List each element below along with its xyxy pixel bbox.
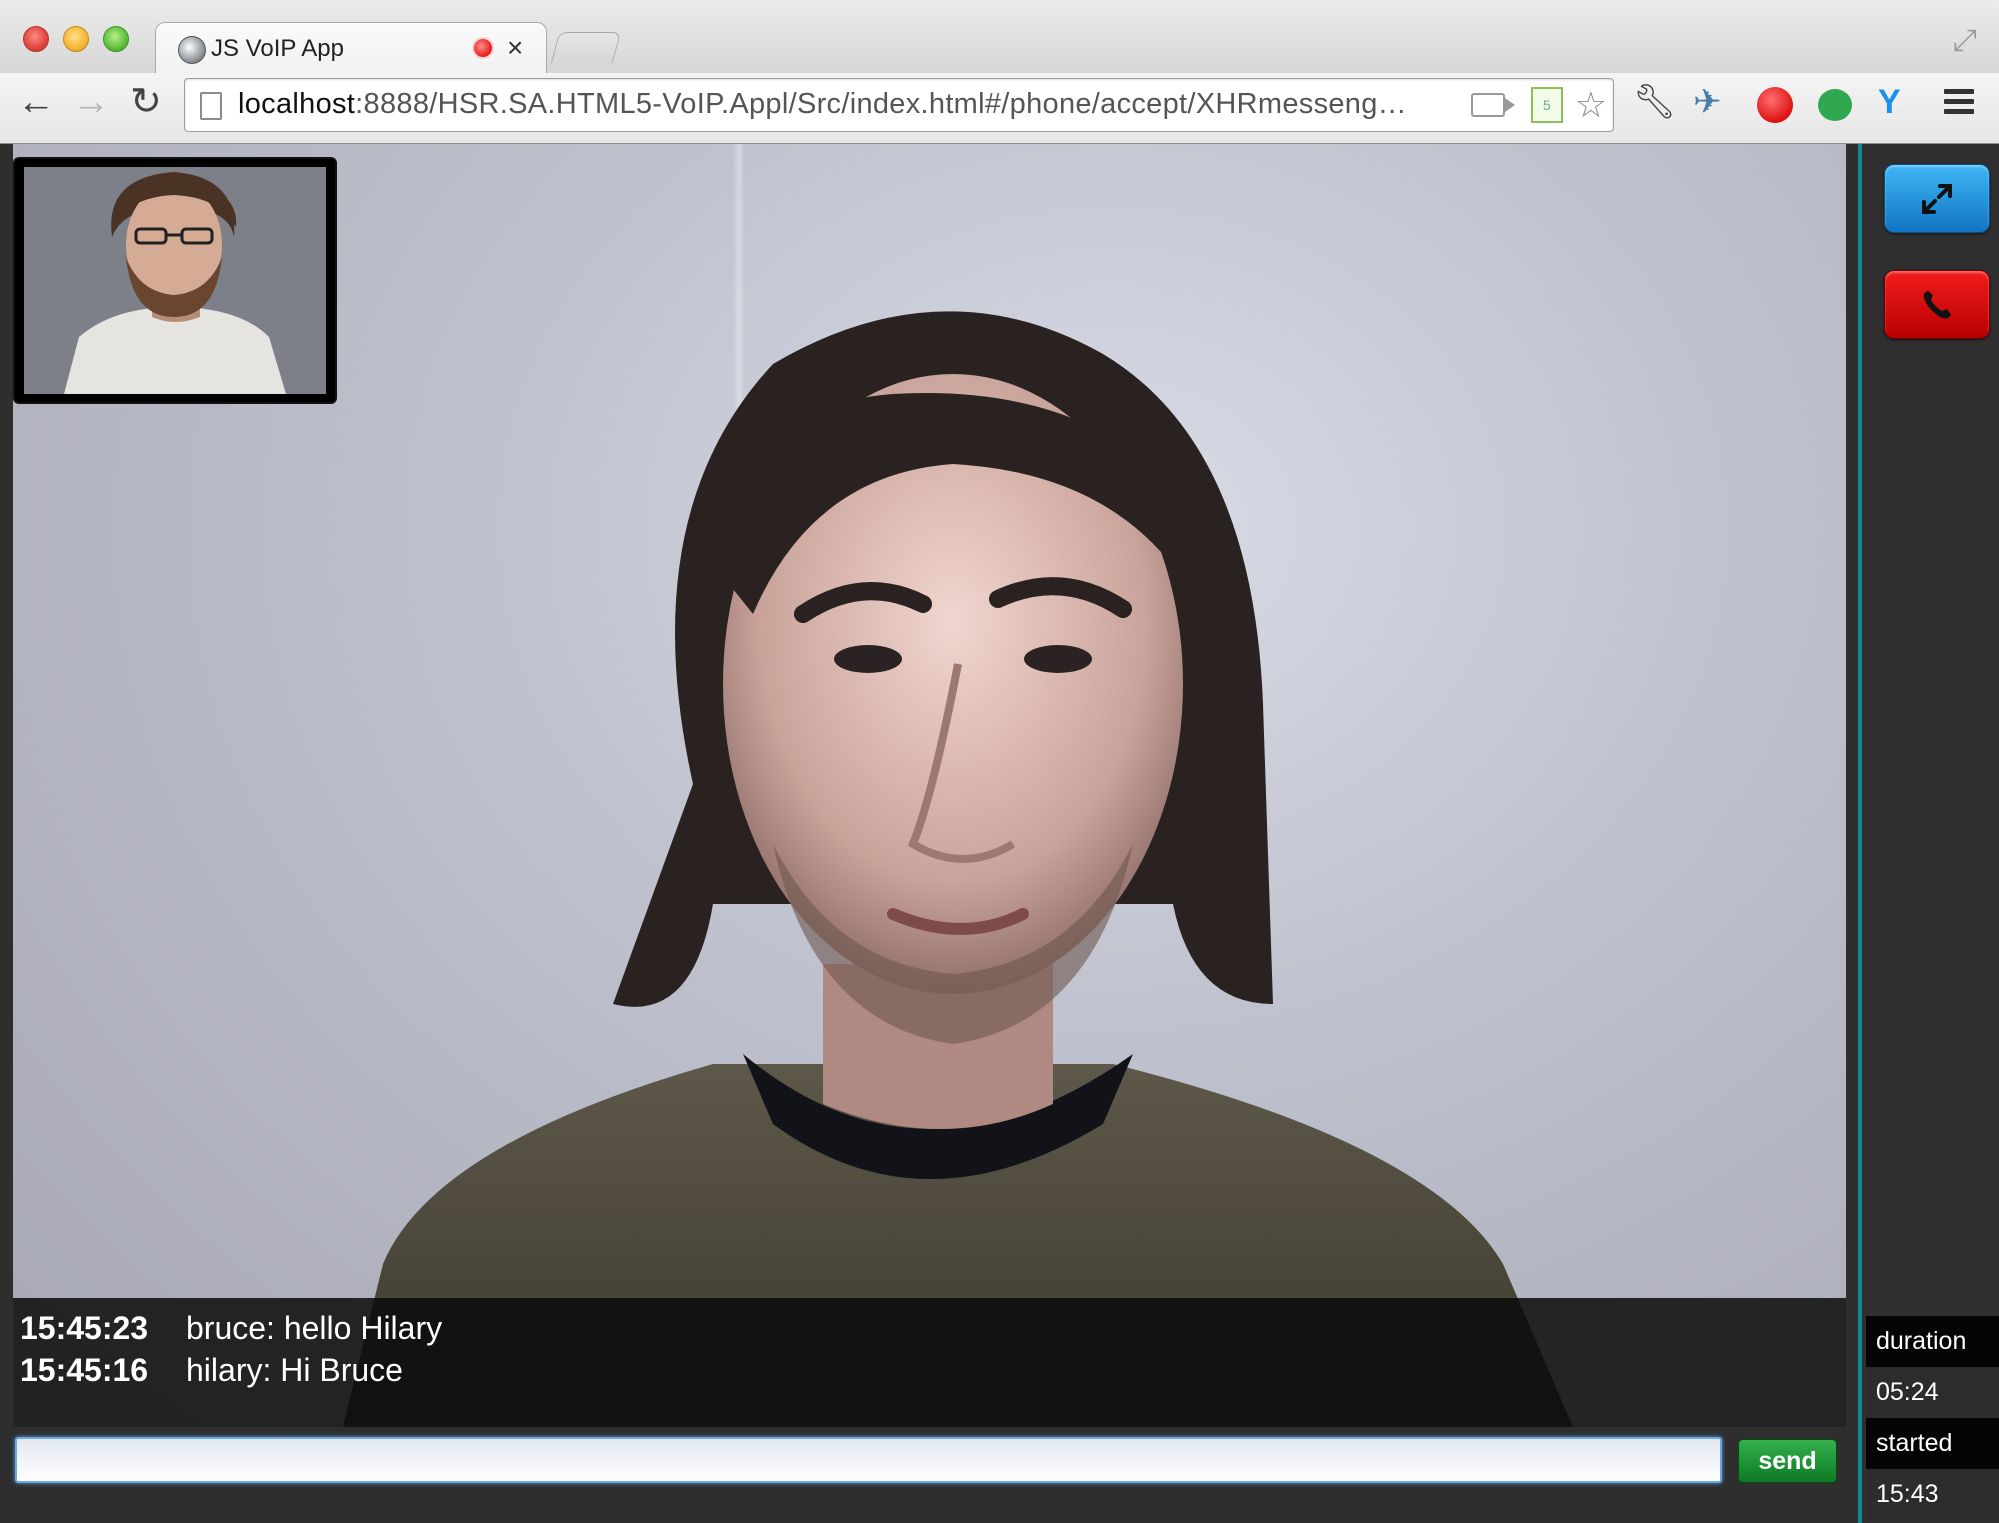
minimize-window-button[interactable] bbox=[63, 26, 89, 52]
local-video-feed bbox=[24, 167, 326, 394]
chat-message-input[interactable] bbox=[15, 1437, 1722, 1483]
chat-timestamp: 15:45:23 bbox=[20, 1310, 149, 1346]
browser-toolbar: ← → ↻ localhost:8888/HSR.SA.HTML5-VoIP.A… bbox=[0, 73, 1999, 144]
chat-text: hilary: Hi Bruce bbox=[186, 1352, 403, 1388]
page-icon bbox=[200, 92, 222, 120]
html5-icon[interactable]: 5 bbox=[1530, 87, 1563, 123]
new-tab-button[interactable] bbox=[550, 32, 622, 63]
close-window-button[interactable] bbox=[23, 26, 49, 52]
send-button[interactable]: send bbox=[1738, 1439, 1837, 1483]
tab-title: JS VoIP App bbox=[211, 35, 344, 62]
started-label: started bbox=[1866, 1418, 1999, 1469]
forward-icon[interactable]: → bbox=[72, 83, 110, 121]
close-icon[interactable]: × bbox=[507, 32, 523, 64]
fullscreen-button[interactable] bbox=[1884, 164, 1990, 233]
url-path: :8888/HSR.SA.HTML5-VoIP.Appl/Src/index.h… bbox=[355, 88, 1407, 120]
wrench-icon[interactable]: 🔧︎ bbox=[1633, 85, 1676, 119]
back-icon[interactable]: ← bbox=[17, 83, 55, 121]
fullscreen-icon[interactable]: ⤢ bbox=[1953, 24, 1977, 58]
address-bar[interactable]: localhost:8888/HSR.SA.HTML5-VoIP.Appl/Sr… bbox=[184, 78, 1614, 132]
local-video[interactable] bbox=[15, 159, 335, 402]
menu-icon[interactable] bbox=[1944, 89, 1974, 115]
duration-label: duration bbox=[1866, 1316, 1999, 1367]
voip-app: 15:45:23 bruce: hello Hilary 15:45:16 hila… bbox=[0, 144, 1999, 1523]
url-host: localhost bbox=[238, 88, 356, 120]
chat-message: 15:45:16 hilary: Hi Bruce bbox=[20, 1352, 403, 1394]
chat-message: 15:45:23 bruce: hello Hilary bbox=[20, 1310, 442, 1352]
chat-log: 15:45:23 bruce: hello Hilary 15:45:16 hila… bbox=[13, 1298, 1846, 1427]
address-bar-icons: 5 ☆ bbox=[1470, 87, 1607, 123]
zoom-window-button[interactable] bbox=[103, 26, 129, 52]
chat-timestamp: 15:45:16 bbox=[20, 1352, 149, 1388]
star-icon[interactable]: ☆ bbox=[1575, 87, 1607, 123]
started-value: 15:43 bbox=[1866, 1469, 1999, 1520]
camera-icon[interactable] bbox=[1470, 93, 1515, 117]
browser-titlebar: JS VoIP App × ⤢ bbox=[0, 0, 1999, 75]
bird-icon[interactable]: ✈︎ bbox=[1693, 85, 1722, 119]
globe-icon bbox=[178, 36, 206, 64]
hang-up-button[interactable] bbox=[1884, 270, 1990, 339]
reload-icon[interactable]: ↻ bbox=[130, 83, 162, 121]
record-icon bbox=[474, 39, 492, 57]
phone-icon bbox=[1923, 290, 1951, 319]
local-person-image bbox=[64, 172, 286, 394]
url-text[interactable]: localhost:8888/HSR.SA.HTML5-VoIP.Appl/Sr… bbox=[238, 88, 1407, 121]
adblock-icon[interactable] bbox=[1757, 87, 1793, 123]
expand-icon bbox=[1922, 183, 1952, 214]
chat-text: bruce: hello Hilary bbox=[186, 1310, 443, 1346]
duration-value: 05:24 bbox=[1866, 1367, 1999, 1418]
chat-ext-icon[interactable] bbox=[1818, 89, 1852, 121]
call-controls-sidebar: duration 05:24 started 15:43 bbox=[1858, 144, 1999, 1523]
y-ext-icon[interactable]: Y bbox=[1878, 85, 1901, 119]
chat-input-bar: send bbox=[13, 1437, 1846, 1489]
browser-tab[interactable]: JS VoIP App × bbox=[155, 22, 547, 75]
